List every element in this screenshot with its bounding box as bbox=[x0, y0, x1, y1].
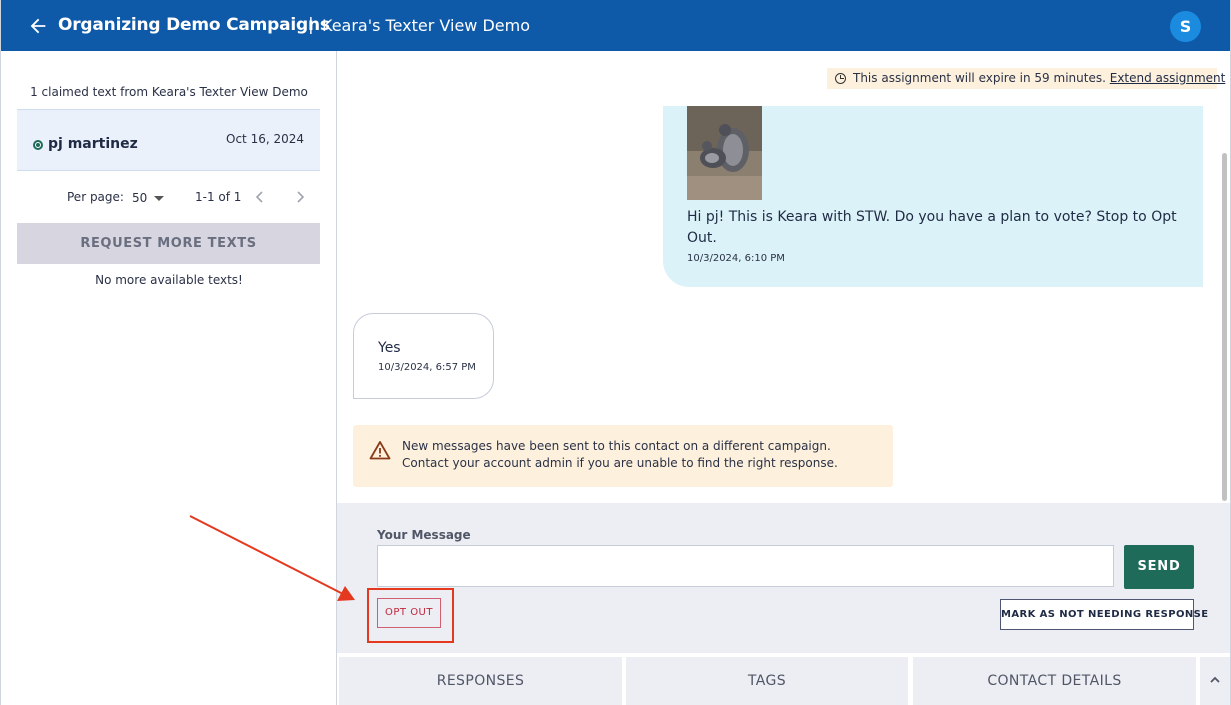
chevron-left-icon[interactable] bbox=[253, 189, 267, 205]
incoming-message-text: Yes bbox=[378, 340, 401, 356]
title-separator: | bbox=[308, 15, 314, 35]
tab-responses[interactable]: RESPONSES bbox=[339, 657, 622, 705]
tab-contact-details[interactable]: CONTACT DETAILS bbox=[913, 657, 1196, 705]
tab-tags[interactable]: TAGS bbox=[626, 657, 908, 705]
opt-out-button[interactable]: OPT OUT bbox=[377, 598, 441, 628]
annotation-arrow bbox=[189, 515, 355, 601]
warning-text: New messages have been sent to this cont… bbox=[402, 438, 838, 472]
bottom-tabs: RESPONSES TAGS CONTACT DETAILS bbox=[337, 653, 1230, 705]
claimed-count-text: 1 claimed text from Keara's Texter View … bbox=[30, 85, 308, 99]
pagination: Per page: 50 1-1 of 1 bbox=[1, 188, 337, 208]
status-dot-icon bbox=[33, 140, 43, 150]
outgoing-message-text: Hi pj! This is Keara with STW. Do you ha… bbox=[687, 209, 1177, 246]
collapse-tabs-button[interactable] bbox=[1200, 657, 1230, 705]
warning-line-2: Contact your account admin if you are un… bbox=[402, 456, 838, 470]
message-label: Your Message bbox=[377, 528, 471, 542]
arrow-left-icon[interactable] bbox=[27, 15, 49, 37]
outgoing-message-time: 10/3/2024, 6:10 PM bbox=[687, 253, 785, 264]
cat-photo-image bbox=[687, 106, 762, 200]
per-page-select[interactable]: 50 bbox=[132, 191, 147, 205]
user-avatar[interactable]: S bbox=[1170, 11, 1201, 42]
expiration-text: This assignment will expire in 59 minute… bbox=[853, 68, 1225, 89]
incoming-message: Yes 10/3/2024, 6:57 PM bbox=[353, 313, 494, 399]
dropdown-arrow-icon[interactable] bbox=[154, 196, 164, 201]
campaign-title: Keara's Texter View Demo bbox=[322, 16, 531, 35]
send-button[interactable]: SEND bbox=[1124, 545, 1194, 589]
warning-line-1: New messages have been sent to this cont… bbox=[402, 439, 831, 453]
per-page-label: Per page: bbox=[67, 190, 124, 204]
no-more-texts-text: No more available texts! bbox=[95, 273, 243, 287]
top-bar: Organizing Demo Campaigns | Keara's Text… bbox=[1, 0, 1230, 51]
outgoing-message: Hi pj! This is Keara with STW. Do you ha… bbox=[663, 106, 1203, 287]
message-scrollbar[interactable] bbox=[1222, 153, 1227, 501]
contact-list-item[interactable]: pj martinez Oct 16, 2024 bbox=[17, 109, 320, 171]
contact-date: Oct 16, 2024 bbox=[226, 132, 304, 146]
page-range: 1-1 of 1 bbox=[195, 190, 242, 204]
chevron-up-icon bbox=[1210, 676, 1220, 683]
expiration-banner: This assignment will expire in 59 minute… bbox=[827, 68, 1225, 89]
org-title[interactable]: Organizing Demo Campaigns bbox=[58, 15, 330, 35]
texter-view: Organizing Demo Campaigns | Keara's Text… bbox=[0, 0, 1231, 705]
conversation-panel: This assignment will expire in 59 minute… bbox=[337, 51, 1230, 705]
clock-icon bbox=[835, 73, 846, 84]
campaign-warning-banner: New messages have been sent to this cont… bbox=[353, 425, 893, 487]
mark-not-needing-response-button[interactable]: MARK AS NOT NEEDING RESPONSE bbox=[1000, 599, 1208, 630]
chevron-right-icon[interactable] bbox=[293, 189, 307, 205]
request-more-texts-button[interactable]: REQUEST MORE TEXTS bbox=[17, 223, 320, 264]
incoming-message-time: 10/3/2024, 6:57 PM bbox=[378, 362, 476, 373]
attached-cat-photo[interactable] bbox=[687, 106, 762, 200]
compose-area: Your Message SEND OPT OUT MARK AS NOT NE… bbox=[337, 503, 1230, 653]
warning-icon bbox=[369, 441, 391, 460]
contact-name: pj martinez bbox=[48, 136, 138, 152]
extend-assignment-link[interactable]: Extend assignment bbox=[1110, 71, 1226, 85]
message-input[interactable] bbox=[377, 545, 1114, 587]
expiration-message: This assignment will expire in 59 minute… bbox=[853, 71, 1106, 85]
